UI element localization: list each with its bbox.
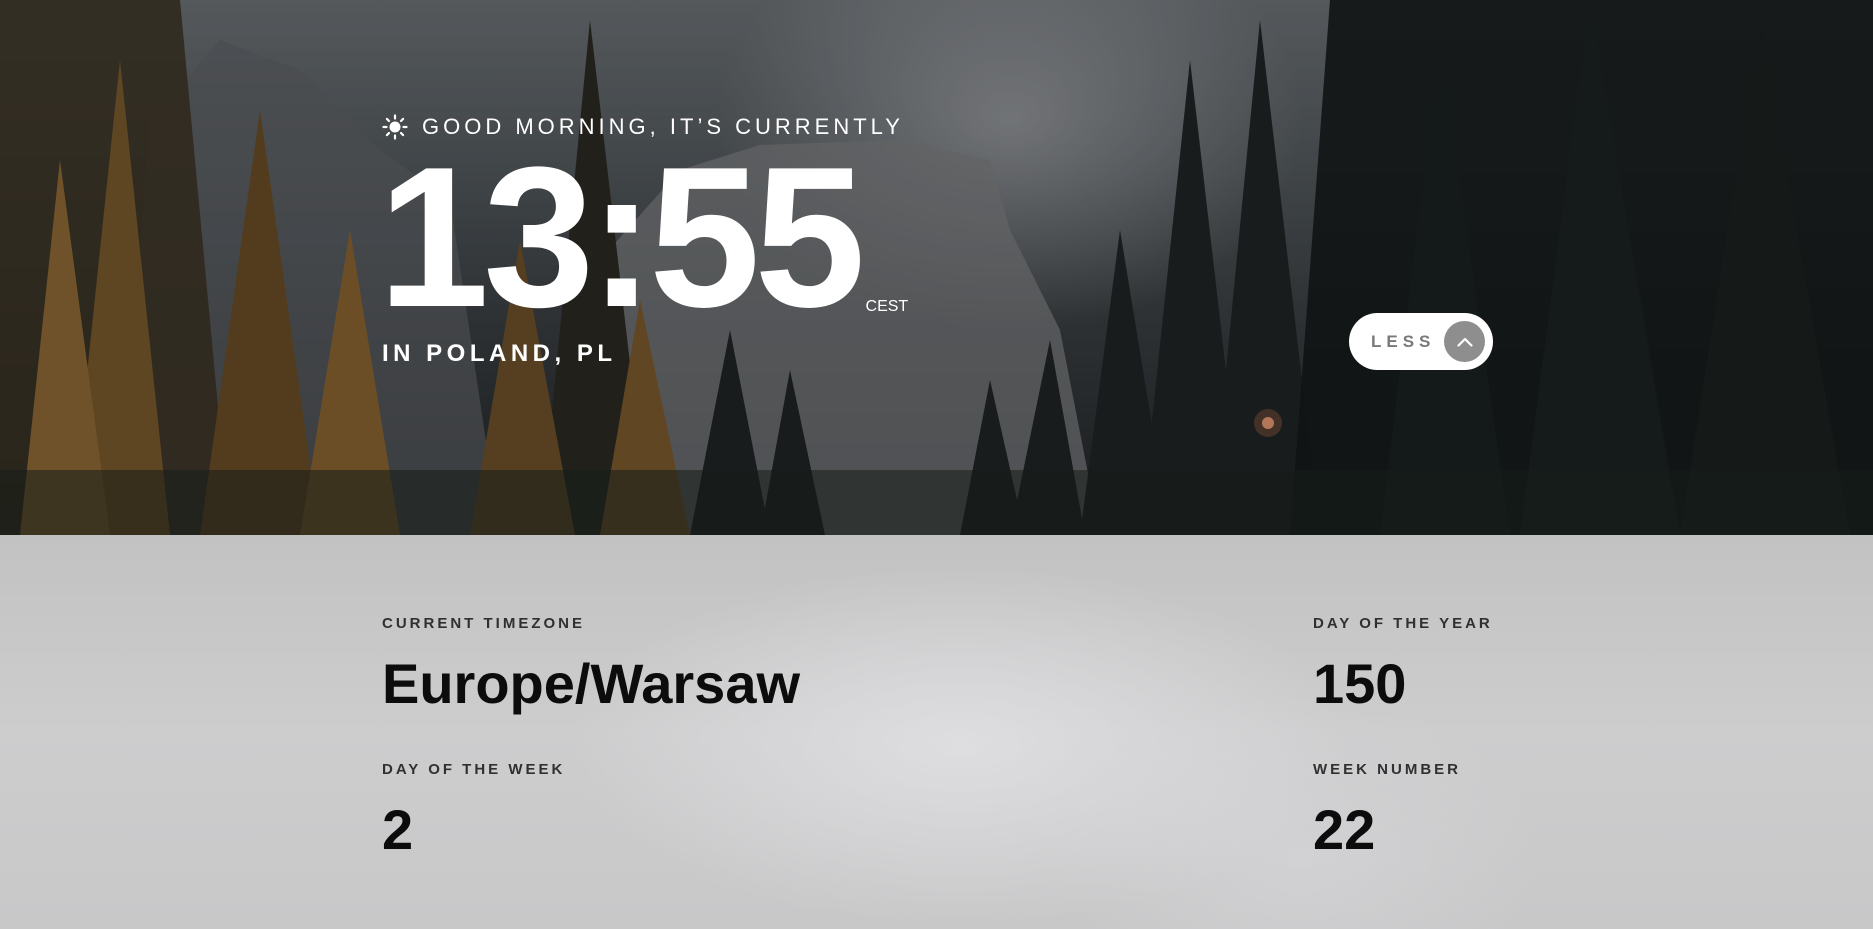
stat-value: 22 [1313, 798, 1376, 861]
less-button[interactable]: LESS [1349, 313, 1493, 370]
hero-section: GOOD MORNING, IT’S CURRENTLY 13:55 CEST … [0, 0, 1873, 535]
forest-background-image [0, 0, 1873, 535]
stat-label: CURRENT TIMEZONE [382, 615, 585, 632]
less-button-label: LESS [1371, 331, 1436, 351]
stat-week-number: WEEK NUMBER 22 [1313, 761, 1461, 860]
stat-label: DAY OF THE YEAR [1313, 615, 1493, 632]
details-panel: CURRENT TIMEZONE Europe/Warsaw DAY OF TH… [0, 535, 1873, 929]
stat-value: 2 [382, 798, 414, 861]
clock: 13:55 CEST [378, 138, 908, 338]
current-time: 13:55 [378, 126, 866, 349]
timezone-abbreviation: CEST [865, 298, 909, 315]
stat-label: DAY OF THE WEEK [382, 761, 566, 778]
chevron-up-icon [1456, 337, 1473, 347]
stat-value: Europe/Warsaw [382, 652, 801, 715]
location-text: IN POLAND, PL [382, 340, 617, 367]
stat-day-of-year: DAY OF THE YEAR 150 [1313, 615, 1493, 714]
stat-current-timezone: CURRENT TIMEZONE Europe/Warsaw [382, 615, 800, 714]
stat-value: 150 [1313, 652, 1407, 715]
stat-day-of-week: DAY OF THE WEEK 2 [382, 761, 565, 860]
stat-label: WEEK NUMBER [1313, 761, 1461, 778]
toggle-icon-circle [1444, 321, 1485, 362]
